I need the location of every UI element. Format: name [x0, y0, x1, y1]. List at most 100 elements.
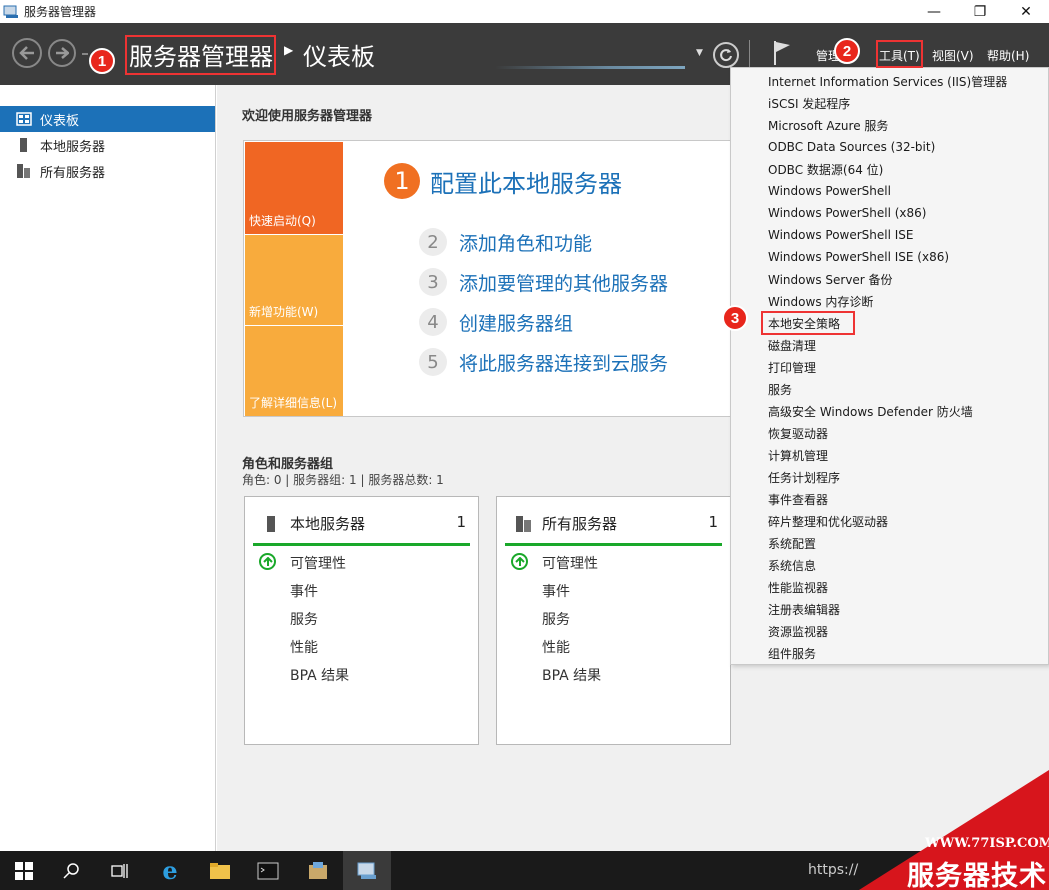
menu-item-registry-editor[interactable]: 注册表编辑器 [768, 598, 840, 620]
menu-item-performance-monitor[interactable]: 性能监视器 [768, 576, 828, 598]
start-button[interactable] [0, 851, 48, 890]
sidebar-item-label: 仪表板 [40, 113, 80, 129]
refresh-dropdown-icon[interactable]: ▼ [696, 48, 703, 58]
tile-learn-more[interactable]: 了解详细信息(L) [245, 326, 343, 416]
card-status-bar [253, 543, 470, 546]
menu-item-iis[interactable]: Internet Information Services (IIS)管理器 [768, 70, 1007, 92]
step-badge-3: 3 [722, 305, 748, 331]
card-count: 1 [456, 513, 466, 531]
internet-explorer-icon: e [162, 856, 178, 885]
step-create-group[interactable]: 4 创建服务器组 [419, 308, 573, 336]
refresh-button[interactable] [713, 42, 739, 68]
step-add-servers[interactable]: 3 添加要管理的其他服务器 [419, 268, 668, 296]
highlight-local-security-policy [761, 311, 855, 335]
card-row-events[interactable]: 事件 [542, 581, 570, 601]
package-icon [309, 861, 327, 879]
menu-item-powershell-ise-x86[interactable]: Windows PowerShell ISE (x86) [768, 246, 949, 268]
tools-app-button[interactable] [294, 851, 342, 890]
menu-item-azure[interactable]: Microsoft Azure 服务 [768, 114, 888, 136]
sidebar-item-label: 所有服务器 [40, 165, 106, 181]
step-link[interactable]: 创建服务器组 [459, 309, 573, 336]
card-row-performance[interactable]: 性能 [542, 637, 570, 657]
internet-explorer-button[interactable]: e [146, 851, 194, 890]
menu-item-defragment[interactable]: 碎片整理和优化驱动器 [768, 510, 888, 532]
refresh-icon [720, 49, 732, 62]
card-row-bpa[interactable]: BPA 结果 [542, 665, 601, 685]
tile-label: 快速启动(Q) [249, 214, 316, 228]
forward-button[interactable] [48, 39, 76, 67]
card-row-manageability[interactable]: 可管理性 [290, 553, 346, 573]
menu-item-disk-cleanup[interactable]: 磁盘清理 [768, 334, 816, 356]
folder-icon [210, 862, 230, 879]
back-arrow-icon [19, 46, 34, 60]
card-row-events[interactable]: 事件 [290, 581, 318, 601]
server-manager-app-icon [3, 5, 19, 19]
menu-help[interactable]: 帮助(H) [987, 47, 1029, 64]
menu-item-odbc-32[interactable]: ODBC Data Sources (32-bit) [768, 136, 935, 158]
sidebar-item-dashboard[interactable]: 仪表板 [0, 106, 215, 132]
menu-item-resource-monitor[interactable]: 资源监视器 [768, 620, 828, 642]
refresh-progress-line [495, 66, 685, 69]
sidebar-item-local-server[interactable]: 本地服务器 [0, 132, 215, 158]
card-title[interactable]: 所有服务器 [542, 513, 617, 534]
watermark-url: WWW.77ISP.COM [925, 836, 1049, 851]
menu-item-task-scheduler[interactable]: 任务计划程序 [768, 466, 840, 488]
card-local-server[interactable]: 本地服务器 1 可管理性 事件 服务 性能 BPA 结果 [244, 496, 479, 745]
step-configure-local-server[interactable]: 1 配置此本地服务器 [384, 163, 622, 199]
menu-item-powershell[interactable]: Windows PowerShell [768, 180, 891, 202]
step-number: 1 [384, 163, 420, 199]
highlight-breadcrumb [125, 35, 276, 75]
close-icon: ✕ [1020, 3, 1032, 20]
menu-item-system-information[interactable]: 系统信息 [768, 554, 816, 576]
card-count: 1 [708, 513, 718, 531]
card-row-manageability[interactable]: 可管理性 [542, 553, 598, 573]
menu-item-services[interactable]: 服务 [768, 378, 792, 400]
card-row-services[interactable]: 服务 [290, 609, 318, 629]
menu-item-event-viewer[interactable]: 事件查看器 [768, 488, 828, 510]
file-explorer-button[interactable] [196, 851, 244, 890]
tile-quick-start[interactable]: 快速启动(Q) [245, 142, 343, 234]
search-button[interactable] [48, 851, 96, 890]
roles-summary: 角色: 0 | 服务器组: 1 | 服务器总数: 1 [242, 473, 444, 487]
restore-button[interactable]: ❐ [957, 0, 1003, 23]
step-connect-cloud[interactable]: 5 将此服务器连接到云服务 [419, 348, 668, 376]
close-button[interactable]: ✕ [1003, 0, 1049, 23]
menu-item-print-management[interactable]: 打印管理 [768, 356, 816, 378]
sidebar-item-all-servers[interactable]: 所有服务器 [0, 158, 215, 184]
server-manager-taskbar-button[interactable] [343, 851, 391, 890]
menu-item-recovery-drive[interactable]: 恢复驱动器 [768, 422, 828, 444]
history-dropdown-icon[interactable] [82, 53, 88, 55]
step-add-roles[interactable]: 2 添加角色和功能 [419, 228, 592, 256]
menu-item-odbc-64[interactable]: ODBC 数据源(64 位) [768, 158, 883, 180]
menu-view[interactable]: 视图(V) [932, 47, 974, 64]
minimize-button[interactable]: — [911, 0, 957, 23]
menu-item-powershell-ise[interactable]: Windows PowerShell ISE [768, 224, 914, 246]
step-link[interactable]: 将此服务器连接到云服务 [459, 349, 668, 376]
menu-item-powershell-x86[interactable]: Windows PowerShell (x86) [768, 202, 926, 224]
menu-item-component-services[interactable]: 组件服务 [768, 642, 816, 664]
back-button[interactable] [12, 38, 42, 68]
menu-item-memory-diagnostic[interactable]: Windows 内存诊断 [768, 290, 873, 312]
status-ok-icon [259, 553, 276, 570]
menu-item-server-backup[interactable]: Windows Server 备份 [768, 268, 893, 290]
card-row-bpa[interactable]: BPA 结果 [290, 665, 349, 685]
menu-item-system-configuration[interactable]: 系统配置 [768, 532, 816, 554]
menu-item-iscsi[interactable]: iSCSI 发起程序 [768, 92, 850, 114]
step-link[interactable]: 配置此本地服务器 [430, 164, 622, 199]
command-prompt-button[interactable] [244, 851, 292, 890]
menu-item-firewall[interactable]: 高级安全 Windows Defender 防火墙 [768, 400, 973, 422]
task-view-button[interactable] [96, 851, 144, 890]
servers-icon [515, 515, 531, 533]
card-row-services[interactable]: 服务 [542, 609, 570, 629]
step-link[interactable]: 添加角色和功能 [459, 229, 592, 256]
card-row-performance[interactable]: 性能 [290, 637, 318, 657]
card-title[interactable]: 本地服务器 [290, 513, 365, 534]
step-link[interactable]: 添加要管理的其他服务器 [459, 269, 668, 296]
tile-whats-new[interactable]: 新增功能(W) [245, 235, 343, 325]
notifications-flag-icon[interactable] [773, 40, 791, 69]
step-number: 3 [419, 268, 447, 296]
quick-start-panel: 快速启动(Q) 新增功能(W) 了解详细信息(L) 1 配置此本地服务器 2 添… [243, 140, 733, 417]
task-view-icon [111, 863, 128, 878]
card-all-servers[interactable]: 所有服务器 1 可管理性 事件 服务 性能 BPA 结果 [496, 496, 731, 745]
menu-item-computer-management[interactable]: 计算机管理 [768, 444, 828, 466]
